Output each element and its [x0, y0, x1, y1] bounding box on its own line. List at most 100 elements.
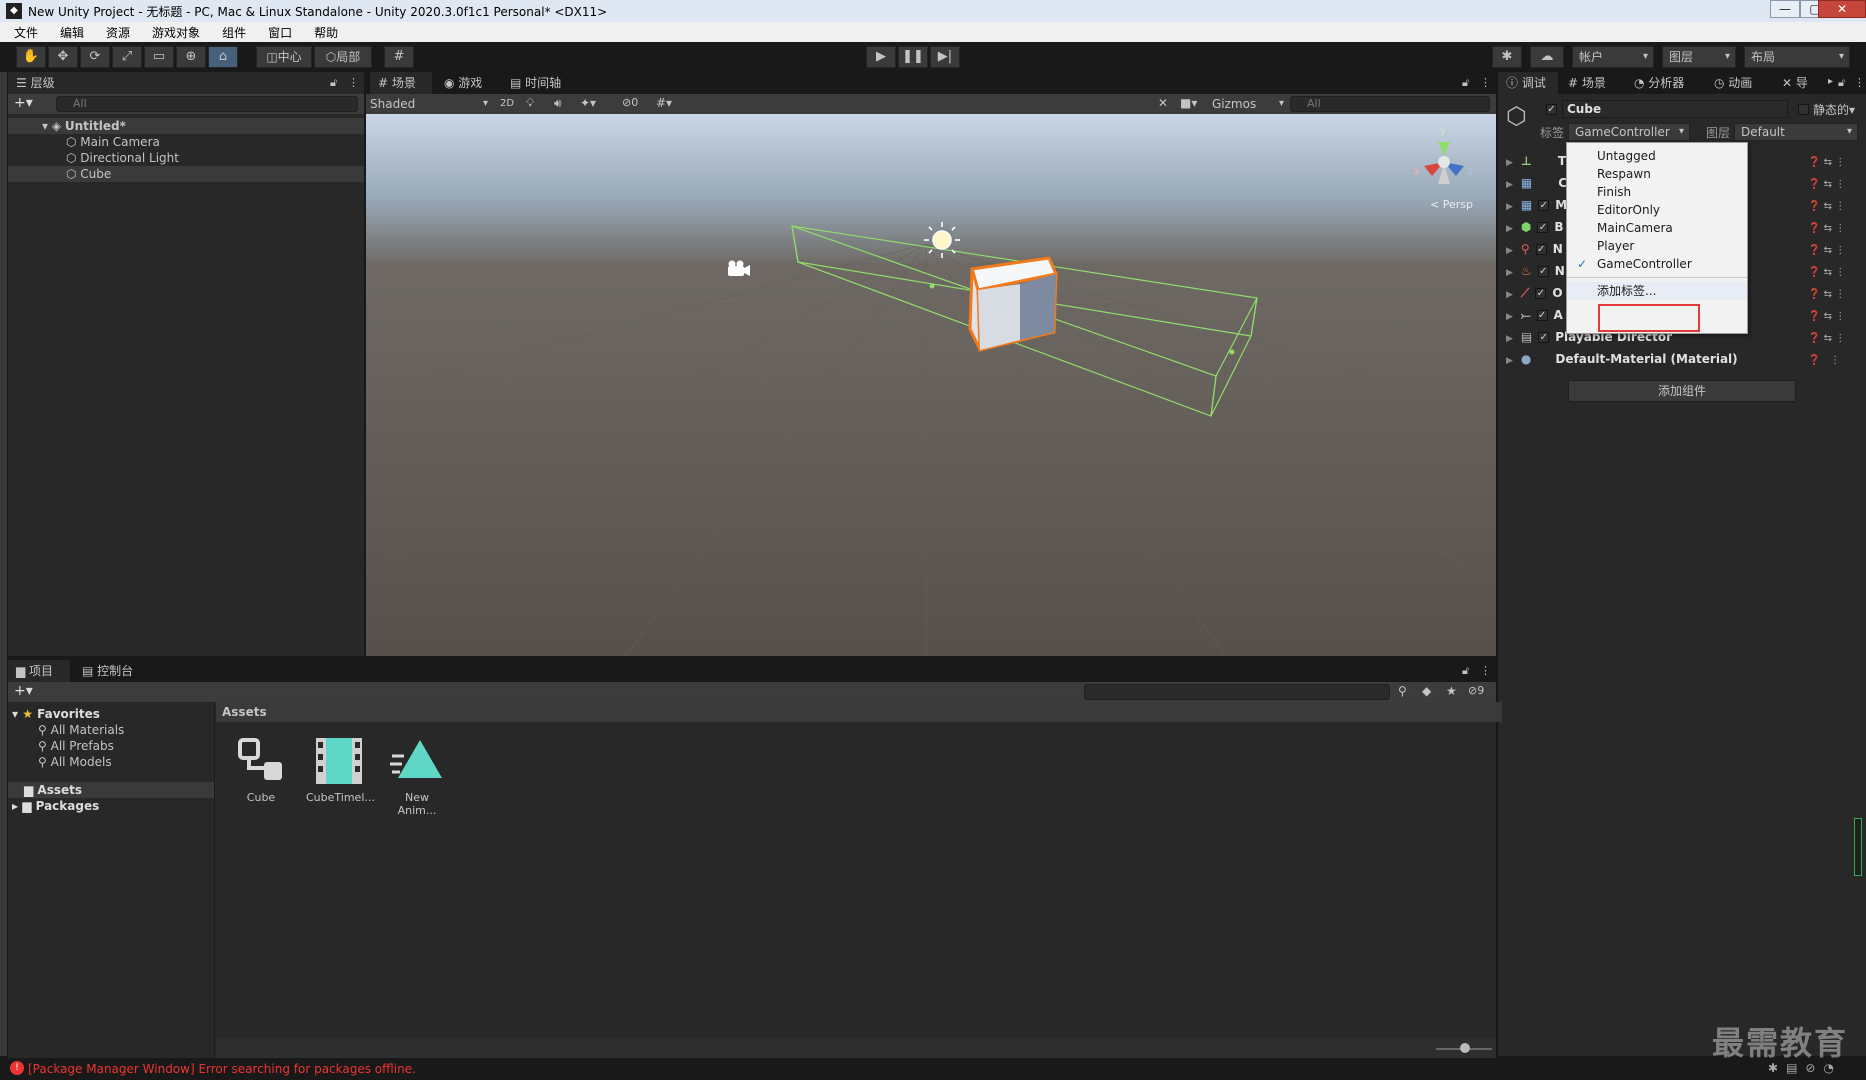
create-icon[interactable]: +▾: [14, 683, 33, 699]
filter-label-icon[interactable]: ◆: [1422, 684, 1431, 698]
add-component-button[interactable]: 添加组件: [1568, 380, 1796, 402]
menu-item-finish[interactable]: Finish: [1567, 183, 1747, 201]
cloud-icon[interactable]: ☁: [1530, 46, 1564, 68]
add-tag-menu-item[interactable]: 添加标签...: [1567, 282, 1747, 300]
static-dropdown[interactable]: 静态的▾: [1813, 101, 1855, 118]
close-button[interactable]: ✕: [1818, 0, 1866, 18]
tab-timeline[interactable]: ▤ 时间轴: [502, 72, 578, 94]
more-icon[interactable]: ⋮: [348, 76, 359, 89]
list-item[interactable]: ⬡ Main Camera: [66, 134, 160, 150]
hidden-packages-toggle[interactable]: ⊘9: [1468, 684, 1484, 697]
packages-folder-row[interactable]: ▸ ▆ Packages: [12, 798, 99, 814]
component-checkbox[interactable]: ✓: [1538, 200, 1550, 211]
assets-folder-row[interactable]: ▆ Assets: [8, 782, 214, 798]
lock-icon[interactable]: 🔓︎: [1838, 76, 1845, 90]
scrollbar[interactable]: [1854, 818, 1862, 876]
project-search-input[interactable]: [1084, 684, 1390, 700]
object-name-input[interactable]: Cube: [1562, 100, 1788, 118]
help-icon[interactable]: ❓ ⇆ ⋮: [1808, 306, 1858, 328]
component-checkbox[interactable]: ✓: [1535, 288, 1547, 299]
hierarchy-search-input[interactable]: All: [56, 96, 358, 112]
tab-scene-2[interactable]: # 场景: [1560, 72, 1622, 94]
tools-icon[interactable]: ✕: [1158, 96, 1168, 110]
layers-dropdown[interactable]: 图层: [1662, 46, 1736, 68]
tab-animation[interactable]: ◷ 动画: [1706, 72, 1768, 94]
tab-console[interactable]: ▤ 控制台: [74, 660, 150, 682]
help-icon[interactable]: ❓ ⇆ ⋮: [1808, 262, 1858, 284]
menu-edit[interactable]: 编辑: [46, 24, 92, 41]
favorites-row[interactable]: ▾ ★ Favorites: [12, 706, 100, 722]
tag-dropdown[interactable]: GameController: [1568, 123, 1690, 141]
menu-item-maincamera[interactable]: MainCamera: [1567, 219, 1747, 237]
component-checkbox[interactable]: ✓: [1535, 244, 1547, 255]
menu-assets[interactable]: 资源: [92, 24, 138, 41]
tab-game[interactable]: ◉ 游戏: [436, 72, 498, 94]
menu-item-gamecontroller[interactable]: ✓ GameController: [1567, 255, 1747, 273]
lock-icon[interactable]: 🔓︎: [1462, 76, 1469, 90]
help-icon[interactable]: ❓ ⇆ ⋮: [1808, 152, 1858, 174]
gizmos-dropdown[interactable]: Gizmos ▾: [1212, 94, 1286, 114]
add-icon[interactable]: +▾: [14, 95, 33, 111]
mode-2d-toggle[interactable]: 2D: [496, 96, 518, 112]
more-icon[interactable]: ⋮: [1854, 76, 1865, 89]
collab-icon[interactable]: ✱: [1492, 46, 1522, 68]
favorite-star-icon[interactable]: ★: [1446, 684, 1457, 698]
menu-item-untagged[interactable]: Untagged: [1567, 147, 1747, 165]
step-button[interactable]: ▶|: [930, 46, 960, 68]
tab-profiler[interactable]: ◔ 分析器: [1626, 72, 1700, 94]
tab-scene[interactable]: # 场景: [370, 72, 432, 94]
tab-inspector[interactable]: ⓘ 调试: [1498, 72, 1558, 94]
tab-project[interactable]: ▆ 项目: [8, 660, 70, 682]
menu-file[interactable]: 文件: [0, 24, 46, 41]
menu-component[interactable]: 组件: [208, 24, 254, 41]
list-item-selected[interactable]: ⬡ Cube: [8, 166, 364, 182]
lock-icon[interactable]: 🔓︎: [330, 76, 337, 90]
asset-item[interactable]: CubeTimel...: [306, 734, 375, 804]
audio-icon[interactable]: 🔊︎: [554, 96, 562, 111]
grid-snap-icon[interactable]: #: [384, 46, 414, 68]
layout-dropdown[interactable]: 布局: [1744, 46, 1850, 68]
help-icon[interactable]: ❓ ⇆ ⋮: [1808, 218, 1858, 240]
hidden-objects-toggle[interactable]: ⊘0: [622, 96, 638, 109]
list-item[interactable]: ⬡ Directional Light: [66, 150, 179, 166]
error-message[interactable]: [Package Manager Window] Error searching…: [28, 1062, 416, 1076]
tab-hierarchy[interactable]: ☰ 层级: [8, 72, 364, 94]
bounds-handle[interactable]: [1229, 349, 1235, 355]
minimize-button[interactable]: —: [1770, 0, 1800, 18]
more-icon[interactable]: ⋮: [1480, 664, 1491, 677]
more-icon[interactable]: ⋮: [1480, 76, 1491, 89]
active-checkbox[interactable]: ✓: [1546, 104, 1557, 115]
transform-tool-icon[interactable]: ⊕: [176, 46, 206, 68]
filter-type-icon[interactable]: ⚲: [1398, 684, 1407, 698]
asset-item[interactable]: New Anim...: [384, 734, 450, 817]
lock-icon[interactable]: 🔓︎: [1462, 664, 1469, 678]
list-item[interactable]: ⚲ All Prefabs: [38, 738, 114, 754]
pivot-center-button[interactable]: ◫中心: [256, 46, 312, 68]
help-icon[interactable]: ❓ ⇆ ⋮: [1808, 284, 1858, 306]
tab-navigation[interactable]: ✕ 导: [1774, 72, 1824, 94]
scene-row[interactable]: ▾ ◈ Untitled*: [8, 118, 364, 134]
move-tool-icon[interactable]: ✥: [48, 46, 78, 68]
component-checkbox[interactable]: ✓: [1536, 310, 1548, 321]
component-checkbox[interactable]: ✓: [1538, 332, 1550, 343]
pivot-local-button[interactable]: ⬡局部: [314, 46, 372, 68]
rotate-tool-icon[interactable]: ⟳: [80, 46, 110, 68]
grid-toggle-icon[interactable]: #▾: [656, 96, 672, 110]
help-icon[interactable]: ❓ ⋮: [1808, 350, 1858, 372]
lighting-icon[interactable]: 💡︎: [526, 96, 534, 111]
list-item[interactable]: ⚲ All Models: [38, 754, 112, 770]
menu-item-respawn[interactable]: Respawn: [1567, 165, 1747, 183]
help-icon[interactable]: ❓ ⇆ ⋮: [1808, 240, 1858, 262]
help-icon[interactable]: ❓ ⇆ ⋮: [1808, 174, 1858, 196]
component-checkbox[interactable]: ✓: [1537, 222, 1549, 233]
persp-label[interactable]: < Persp: [1430, 198, 1473, 211]
scene-search-input[interactable]: All: [1290, 96, 1490, 112]
scene-viewport[interactable]: y x z < Persp: [366, 114, 1496, 656]
menu-gameobject[interactable]: 游戏对象: [138, 24, 208, 41]
layer-dropdown[interactable]: Default: [1734, 123, 1858, 141]
account-dropdown[interactable]: 帐户: [1572, 46, 1654, 68]
menu-window[interactable]: 窗口: [254, 24, 300, 41]
scale-tool-icon[interactable]: ⤢: [112, 46, 142, 68]
play-button[interactable]: ▶: [866, 46, 896, 68]
help-icon[interactable]: ❓ ⇆ ⋮: [1808, 196, 1858, 218]
